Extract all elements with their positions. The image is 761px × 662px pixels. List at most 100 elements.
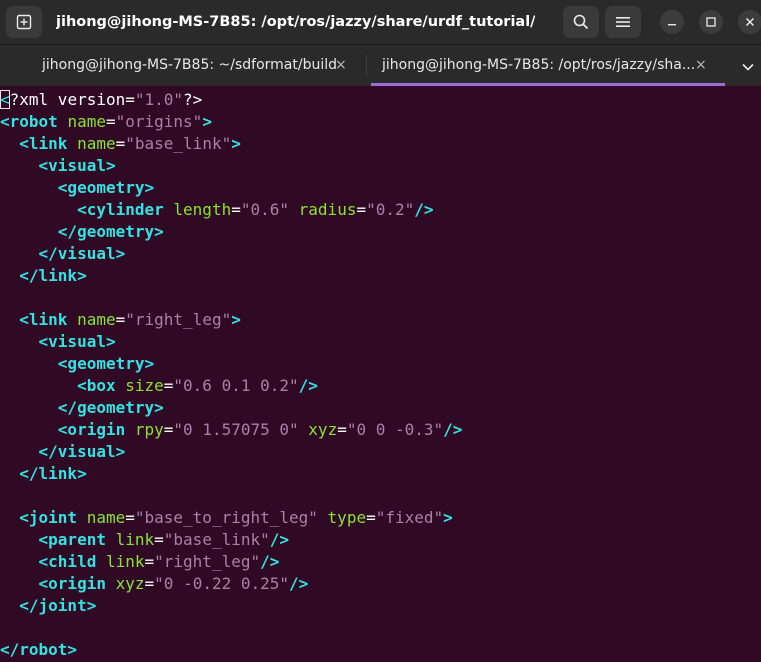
code-token: /> <box>443 420 463 439</box>
code-token: <child <box>38 552 97 571</box>
search-button[interactable] <box>563 6 599 38</box>
code-token: </geometry> <box>57 222 164 241</box>
code-token: name <box>67 112 106 131</box>
hamburger-menu-button[interactable] <box>605 6 641 38</box>
terminal-line: <visual> <box>0 331 116 353</box>
terminal-line: <?xml version="1.0"?> <box>0 89 202 111</box>
code-token: "0 -0.22 0.25" <box>154 574 290 593</box>
terminal-line: </visual> <box>0 243 126 265</box>
terminal-line: </geometry> <box>0 221 164 243</box>
code-token: name <box>77 310 116 329</box>
code-token: "0.6" <box>240 200 290 219</box>
code-token: ?xml version= <box>9 90 135 109</box>
code-token: = <box>115 310 126 329</box>
maximize-icon <box>706 17 716 27</box>
minimize-button[interactable] <box>660 10 684 34</box>
code-token: </visual> <box>38 244 126 263</box>
code-token: > <box>231 310 241 329</box>
code-token: name <box>77 134 116 153</box>
terminal-line: </robot> <box>0 639 77 661</box>
code-token: = <box>144 574 155 593</box>
tab-urdf-active[interactable]: jihong@jihong-MS-7B85: /opt/ros/jazzy/sh… <box>371 45 725 86</box>
terminal-cursor: < <box>0 90 10 109</box>
code-token: "base_link" <box>163 530 270 549</box>
terminal-line: <parent link="base_link"/> <box>0 529 289 551</box>
code-token: /> <box>260 552 280 571</box>
code-token: length <box>173 200 232 219</box>
code-token: "right_leg" <box>125 310 232 329</box>
code-token: "fixed" <box>375 508 444 527</box>
terminal-line: </link> <box>0 265 87 287</box>
code-token: = <box>144 552 155 571</box>
terminal-line: </joint> <box>0 595 96 617</box>
title-bar[interactable]: jihong@jihong-MS-7B85: /opt/ros/jazzy/sh… <box>0 0 761 45</box>
maximize-button[interactable] <box>699 10 723 34</box>
code-token: = <box>356 200 367 219</box>
terminal-line: <link name="right_leg"> <box>0 309 241 331</box>
code-token: > <box>443 508 453 527</box>
code-token: = <box>163 376 174 395</box>
code-token: <link <box>19 134 68 153</box>
terminal-line: <geometry> <box>0 353 154 375</box>
terminal-line: </link> <box>0 463 86 485</box>
terminal-output[interactable]: <?xml version="1.0"?> <robot name="origin… <box>0 87 761 662</box>
code-token: <origin <box>57 420 126 439</box>
terminal-line: <visual> <box>0 155 116 177</box>
code-token: <link <box>19 310 68 329</box>
terminal-line: <link name="base_link"> <box>0 133 241 155</box>
code-token: "origins" <box>115 112 203 131</box>
tab-sdformat-build[interactable]: jihong@jihong-MS-7B85: ~/sdformat/build … <box>0 45 364 86</box>
code-token: rpy <box>134 420 164 439</box>
tab-close-icon[interactable]: × <box>335 45 347 86</box>
code-token: = <box>154 530 164 549</box>
tab-close-icon[interactable]: × <box>695 45 707 86</box>
search-icon <box>573 14 589 30</box>
code-token: "base_to_right_leg" <box>134 508 318 527</box>
code-token: "0.6 0.1 0.2" <box>173 376 299 395</box>
code-token: </visual> <box>38 442 126 461</box>
code-token: ?> <box>183 90 203 109</box>
code-token: /> <box>269 530 290 549</box>
new-tab-button[interactable] <box>6 6 42 38</box>
code-token: = <box>231 200 241 219</box>
tab-label: jihong@jihong-MS-7B85: ~/sdformat/build <box>42 57 337 73</box>
terminal-line: </geometry> <box>0 397 164 419</box>
code-token: /> <box>298 376 318 395</box>
terminal-line: <cylinder length="0.6" radius="0.2"/> <box>0 199 433 221</box>
code-token: = <box>125 508 135 527</box>
code-token: xyz <box>115 574 145 593</box>
code-token: size <box>125 376 164 395</box>
code-token: </link> <box>19 266 87 285</box>
code-token: <cylinder <box>77 200 164 219</box>
code-token: = <box>115 134 126 153</box>
code-token: <joint <box>19 508 78 527</box>
close-window-button[interactable] <box>738 10 761 34</box>
code-token: <robot <box>0 112 58 131</box>
terminal-line: </visual> <box>0 441 126 463</box>
tabs-dropdown-button[interactable] <box>742 45 754 86</box>
terminal-line: <child link="right_leg"/> <box>0 551 280 573</box>
